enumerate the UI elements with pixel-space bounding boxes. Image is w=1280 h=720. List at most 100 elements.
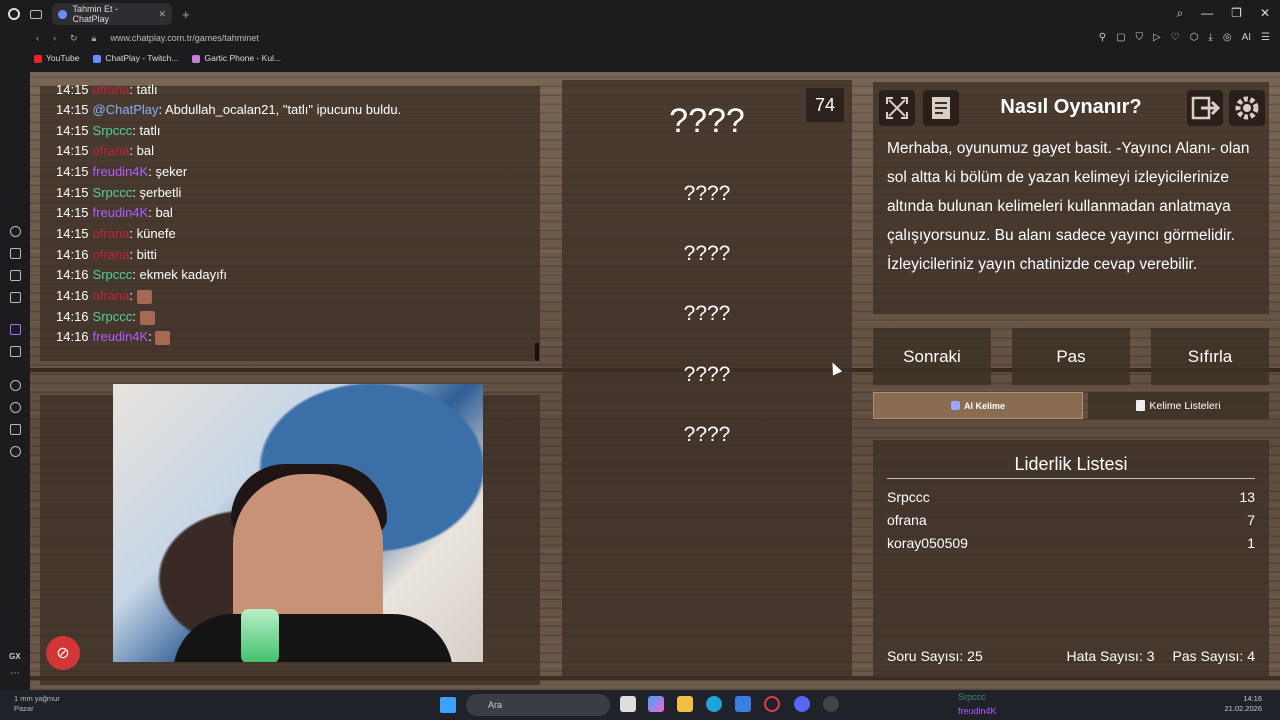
gartic-icon — [192, 54, 201, 63]
record-stop-button[interactable]: ⊘ — [46, 636, 80, 670]
settings-button[interactable] — [1229, 90, 1265, 126]
bookmark-gartic[interactable]: Gartic Phone - Kul... — [192, 53, 281, 63]
chat-username[interactable]: ofrana — [93, 226, 130, 241]
settings-sidebar-icon[interactable] — [10, 446, 21, 457]
edge-icon[interactable] — [706, 696, 722, 712]
opera-gx-icon[interactable] — [764, 696, 780, 712]
chatplay-favicon-icon — [58, 9, 67, 19]
reload-icon[interactable]: ↻ — [70, 33, 78, 44]
new-tab-icon[interactable]: + — [182, 7, 190, 22]
back-icon[interactable]: ‹ — [36, 33, 39, 43]
camera-icon[interactable]: ◎ — [1223, 32, 1232, 43]
chat-username[interactable]: Srpccc — [93, 185, 133, 200]
close-window-icon[interactable]: ✕ — [1260, 6, 1270, 21]
tab-menu-icon[interactable] — [30, 9, 42, 19]
chat-separator: : — [132, 123, 140, 138]
error-count: Hata Sayısı: 3 — [1067, 648, 1155, 664]
leaderboard-row: koray050509 1 — [887, 535, 1255, 551]
ai-word-button[interactable]: AI Kelime — [873, 392, 1083, 419]
forbidden-word: ???? — [683, 363, 731, 386]
play-icon[interactable]: ▷ — [1153, 32, 1161, 43]
browser-sidebar: GX ⋯ — [0, 72, 30, 690]
clock-date: 21.02.2026 — [1224, 704, 1262, 713]
weather-widget[interactable]: 1 mm yağmur Pazar — [14, 694, 60, 714]
chat-scrollbar[interactable] — [535, 343, 539, 361]
chat-text: bal — [136, 143, 155, 158]
chat-username[interactable]: ofrana — [93, 82, 130, 97]
leaderboard-title: Liderlik Listesi — [1014, 454, 1128, 474]
chat-username[interactable]: @ChatPlay — [93, 102, 159, 117]
gx-icon[interactable]: GX — [9, 652, 21, 661]
download-icon[interactable]: ⤓ — [1208, 32, 1212, 43]
forward-icon[interactable]: › — [53, 33, 56, 43]
error-pass-counts: Hata Sayısı: 3 Pas Sayısı: 4 — [1067, 648, 1255, 664]
pin-icon[interactable]: ⚲ — [1099, 32, 1106, 43]
file-explorer-icon[interactable] — [677, 696, 693, 712]
error-count-label: Hata Sayısı: — [1066, 648, 1143, 664]
player-icon[interactable] — [10, 380, 21, 391]
youtube-icon — [34, 54, 42, 63]
pass-button[interactable]: Pas — [1012, 328, 1130, 385]
chat-separator: : — [129, 143, 137, 158]
chat-username[interactable]: ofrana — [93, 288, 130, 303]
toolbar-icons: ⚲ ▢ ⛉ ▷ ♡ ⬡ ⤓ ◎ AI ☰ — [1099, 32, 1270, 43]
chat-username[interactable]: Srpccc — [93, 267, 133, 282]
extensions-sidebar-icon[interactable] — [10, 424, 21, 435]
search-tabs-icon[interactable]: ⌕ — [1176, 6, 1183, 21]
word-lists-button[interactable]: Kelime Listeleri — [1088, 392, 1269, 419]
obs-icon[interactable] — [823, 696, 839, 712]
history-icon[interactable] — [10, 402, 21, 413]
taskbar-search[interactable]: Ara — [466, 694, 610, 716]
chat-timestamp: 14:15 — [56, 143, 89, 158]
messenger-icon[interactable] — [10, 292, 21, 303]
chat-username[interactable]: freudin4K — [93, 164, 149, 179]
chat-username[interactable]: ofrana — [93, 247, 130, 262]
url-field[interactable]: www.chatplay.com.tr/games/tahminet — [110, 33, 258, 43]
chat-username[interactable]: freudin4K — [93, 329, 149, 344]
game-page: 14:15 ofrana: tatlı 14:15 @ChatPlay: Abdull… — [30, 72, 1280, 690]
opera-logo-icon[interactable] — [8, 8, 20, 20]
task-view-icon[interactable] — [620, 696, 636, 712]
chat-text: ekmek kadayıfı — [139, 267, 227, 282]
wallet-icon[interactable] — [10, 270, 21, 281]
chat-message: 14:16 freudin4K: — [56, 329, 171, 345]
chat-username[interactable]: freudin4K — [93, 205, 149, 220]
more-icon[interactable]: ⋯ — [10, 668, 20, 679]
main-word: ???? — [669, 102, 745, 140]
shield-icon[interactable]: ⛉ — [1136, 32, 1144, 43]
chat-message: 14:15 Srpccc: şerbetli — [56, 185, 181, 200]
heart-icon[interactable]: ♡ — [1171, 32, 1180, 43]
minimize-icon[interactable]: — — [1201, 6, 1213, 21]
system-clock[interactable]: 14:16 21.02.2026 — [1224, 694, 1262, 714]
bookmark-youtube[interactable]: YouTube — [34, 53, 79, 63]
chatgpt-icon[interactable] — [10, 226, 21, 237]
chat-username[interactable]: ofrana — [93, 143, 130, 158]
maximize-icon[interactable]: ❐ — [1231, 6, 1242, 21]
tab-active[interactable]: Tahmin Et - ChatPlay ✕ — [52, 3, 172, 25]
player-score: 7 — [1247, 512, 1255, 528]
chat-panel: 14:15 ofrana: tatlı 14:15 @ChatPlay: Abdull… — [40, 82, 540, 361]
menu-icon[interactable]: ☰ — [1261, 32, 1270, 43]
chat-username[interactable]: Srpccc — [93, 123, 133, 138]
x-icon[interactable] — [10, 346, 21, 357]
next-button[interactable]: Sonraki — [873, 328, 991, 385]
ai-button[interactable]: AI — [1242, 32, 1251, 43]
store-icon[interactable] — [735, 696, 751, 712]
reset-button[interactable]: Sıfırla — [1151, 328, 1269, 385]
error-count-value: 3 — [1146, 648, 1155, 664]
player-score: 13 — [1239, 489, 1255, 505]
chat-text: tatlı — [136, 82, 158, 97]
chat-username[interactable]: Srpccc — [93, 309, 133, 324]
twitch-icon[interactable] — [10, 324, 21, 335]
chat-timestamp: 14:15 — [56, 205, 89, 220]
game-stats: Soru Sayısı: 25 Hata Sayısı: 3 Pas Sayıs… — [887, 648, 1255, 664]
extensions-icon[interactable]: ⬡ — [1190, 32, 1199, 43]
snapshot-icon[interactable]: ▢ — [1116, 32, 1125, 43]
windows-start-icon[interactable] — [440, 697, 456, 713]
exit-button[interactable] — [1187, 90, 1223, 126]
discord-icon[interactable] — [794, 696, 810, 712]
bookmark-chatplay[interactable]: ChatPlay - Twitch... — [93, 53, 178, 63]
aria-icon[interactable] — [10, 248, 21, 259]
close-tab-icon[interactable]: ✕ — [158, 9, 166, 20]
copilot-icon[interactable] — [648, 696, 664, 712]
